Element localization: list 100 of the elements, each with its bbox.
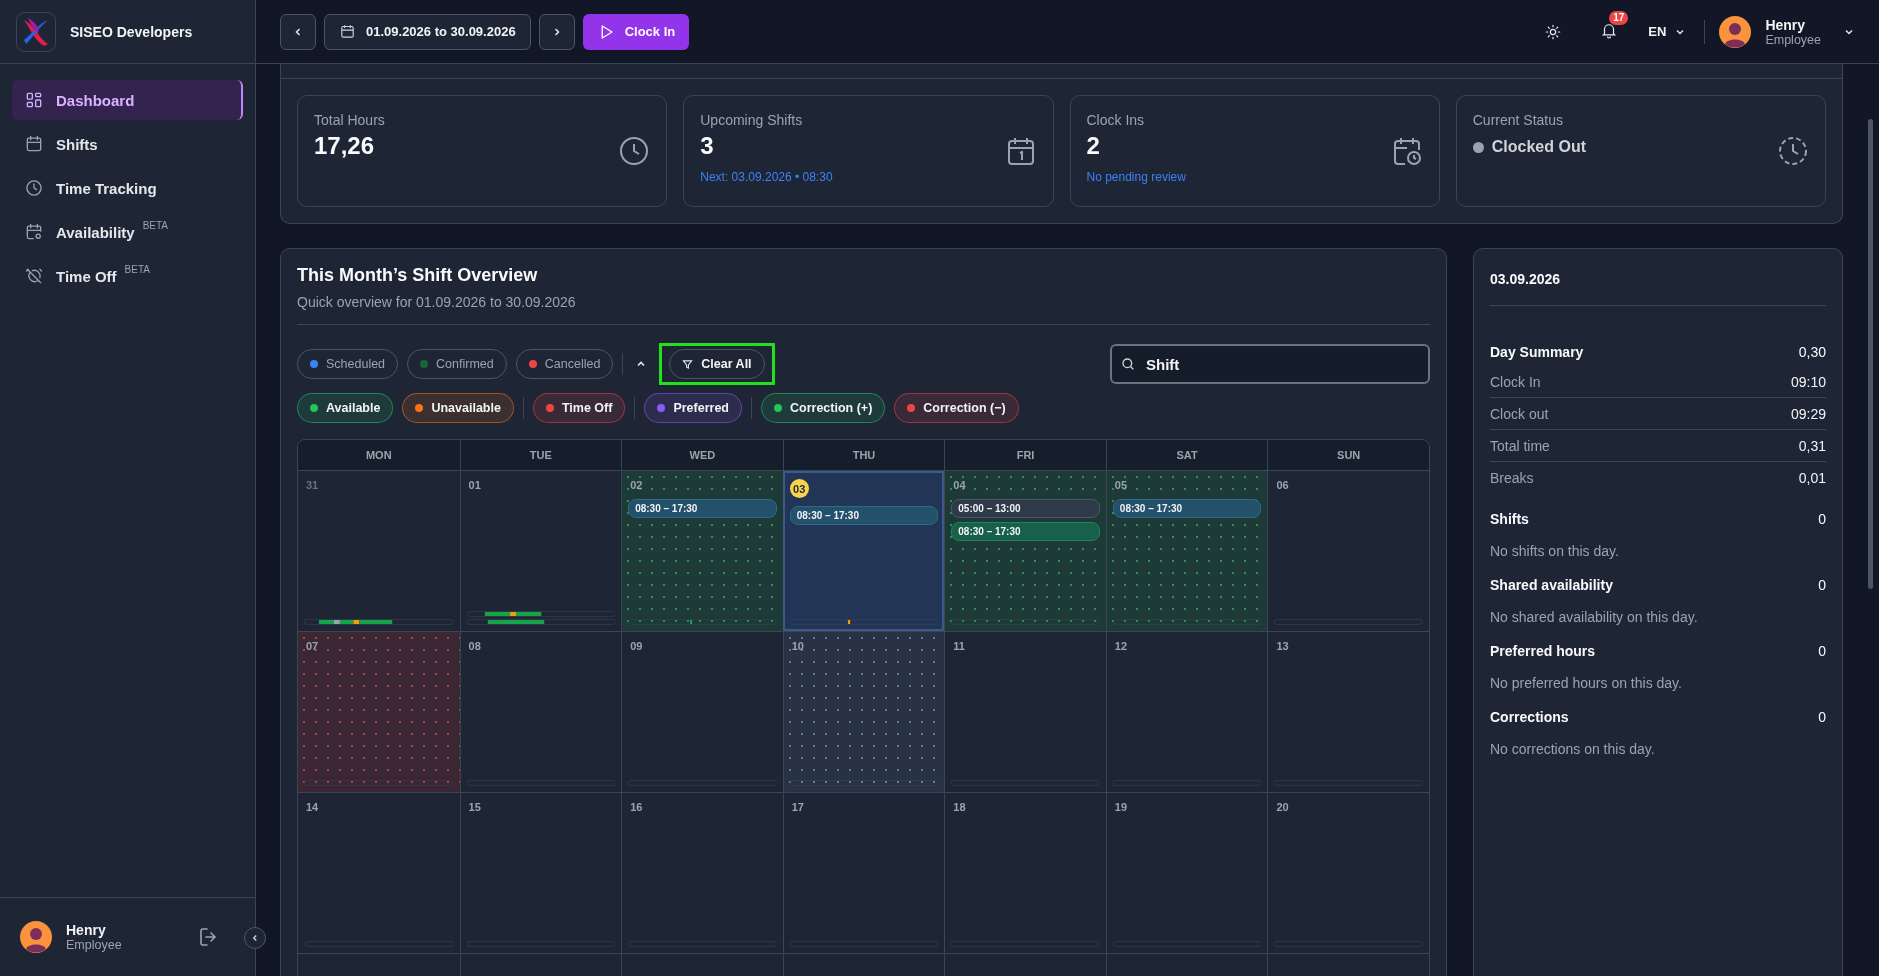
notification-count: 17 <box>1609 10 1629 25</box>
day-number: 09 <box>630 640 643 652</box>
calendar-day[interactable]: 20 <box>1267 793 1429 953</box>
section-count: 0 <box>1818 643 1826 659</box>
user-role: Employee <box>1765 32 1821 47</box>
day-number: 17 <box>791 801 804 813</box>
filter-chip[interactable]: Correction (−) <box>894 393 1019 423</box>
day-number: 13 <box>1276 640 1289 652</box>
day-number: 16 <box>630 801 643 813</box>
calendar-icon <box>339 23 356 40</box>
day-number: 18 <box>953 801 966 813</box>
stat-label: Current Status <box>1472 112 1564 128</box>
day-number: 14 <box>306 801 319 813</box>
calendar-day[interactable]: 08 <box>459 632 622 792</box>
calendar-day[interactable]: 17 <box>782 793 945 953</box>
section-count: 0 <box>1818 511 1826 527</box>
filter-icon <box>682 358 694 370</box>
calendar-day[interactable]: 18 <box>944 793 1106 953</box>
weekday-header: TUE <box>459 440 622 470</box>
summary-value: 0,30 <box>1798 344 1826 360</box>
weekday-header: WED <box>621 440 783 470</box>
day-number: 15 <box>468 801 481 813</box>
day-number: 01 <box>468 479 481 491</box>
summary-label: Total time <box>1490 438 1550 454</box>
calendar-day[interactable]: 03 08:30 – 17:30 <box>782 471 945 631</box>
alarm-off-icon <box>24 266 44 286</box>
weekday-header: MON <box>364 448 393 463</box>
day-number: 02 <box>630 479 643 491</box>
section-title: Day Summary <box>1490 344 1584 360</box>
day-number: 20 <box>1276 801 1289 813</box>
calendar-day[interactable]: 10 <box>782 632 945 792</box>
filter-chip[interactable]: Time Off <box>532 393 626 423</box>
filter-chip[interactable]: Unavailable <box>402 393 514 423</box>
calendar-gear-icon <box>24 222 44 242</box>
section-title: Preferred hours <box>1490 643 1596 659</box>
date-range-button[interactable]: 01.09.2026 to 30.09.2026 <box>324 13 531 50</box>
empty-message: No preferred hours on this day. <box>1490 675 1683 691</box>
calendar-day[interactable]: 11 <box>944 632 1106 792</box>
sidebar-item[interactable]: Availability $^{BETA}$ <box>12 212 243 252</box>
user-name: Henry <box>1765 16 1807 33</box>
calendar-day[interactable]: 14 <box>298 793 460 953</box>
summary-value: 0,31 <box>1798 438 1826 454</box>
search-field[interactable]: Shift <box>1110 344 1430 384</box>
filter-chip[interactable]: Available <box>297 393 394 423</box>
calendar-day[interactable]: 06 <box>1267 471 1429 631</box>
weekday-header: FRI <box>944 440 1106 470</box>
day-number: 08 <box>468 640 481 652</box>
filter-chip[interactable]: Preferred <box>644 393 742 423</box>
calendar-day[interactable]: 07 <box>298 632 460 792</box>
summary-label: Breaks <box>1490 470 1534 486</box>
calendar-day[interactable]: 04 05:00 – 13:00 08:30 – 17:30 <box>944 471 1106 631</box>
user-role: Employee <box>66 938 122 952</box>
day-number: 19 <box>1114 801 1128 813</box>
overview-title: This Month’s Shift Overview <box>297 265 539 286</box>
section-title: Shared availability <box>1490 577 1613 593</box>
day-number: 07 <box>306 640 319 652</box>
scrollbar-thumb[interactable] <box>1868 119 1873 589</box>
app-name: SISEO Developers <box>70 23 193 40</box>
stat-value: 17,26 <box>314 132 376 160</box>
language-button[interactable]: EN <box>1644 24 1691 39</box>
calendar-day[interactable]: 19 <box>1105 793 1268 953</box>
summary-label: Clock out <box>1490 406 1549 422</box>
collapse-button[interactable] <box>244 927 266 949</box>
shift-pill[interactable]: 05:00 – 13:00 <box>951 499 1100 518</box>
day-number: 04 <box>953 479 966 491</box>
search-icon <box>1120 356 1136 372</box>
overview-subtitle: Quick overview for 01.09.2026 to 30.09.2026 <box>297 294 577 310</box>
empty-message: No shared availability on this day. <box>1490 609 1699 625</box>
calendar-day[interactable]: 15 <box>459 793 622 953</box>
calendar-day[interactable]: 12 <box>1105 632 1268 792</box>
calendar-day[interactable]: 05 08:30 – 17:30 <box>1105 471 1268 631</box>
calendar-day[interactable]: 02 08:30 – 17:30 <box>621 471 783 631</box>
calendar-icon <box>24 134 44 154</box>
shift-pill[interactable]: 08:30 – 17:30 <box>1112 499 1262 518</box>
logo-icon <box>16 11 56 52</box>
day-panel-date: 03.09.2026 <box>1490 270 1562 289</box>
sidebar-item[interactable]: Time Off $^{BETA}$ <box>12 256 243 296</box>
shift-pill[interactable]: 08:30 – 17:30 <box>789 506 939 525</box>
day-number: 11 <box>953 640 965 652</box>
sidebar-item[interactable]: Dashboard <box>12 80 243 120</box>
sidebar-item[interactable]: Time Tracking <box>12 168 243 208</box>
clock-icon <box>24 178 44 198</box>
shift-pill[interactable]: 08:30 – 17:30 <box>628 499 777 518</box>
calendar-day[interactable]: 13 <box>1267 632 1429 792</box>
status-value: Clocked Out <box>1491 138 1586 156</box>
summary-value: 09:29 <box>1790 406 1826 422</box>
avatar-icon <box>20 921 52 953</box>
avatar-icon[interactable] <box>1719 15 1752 48</box>
calendar-day[interactable]: 09 <box>621 632 783 792</box>
shift-pill[interactable]: 08:30 – 17:30 <box>951 522 1100 541</box>
stat-value: 2 <box>1086 132 1101 160</box>
sidebar-item[interactable]: Shifts <box>12 124 243 164</box>
calendar-day[interactable]: 16 <box>621 793 783 953</box>
dashboard-icon <box>24 90 44 110</box>
weekday-header: SAT <box>1105 440 1268 470</box>
day-number: 12 <box>1114 640 1128 652</box>
filter-chip[interactable]: Correction (+) <box>761 393 886 423</box>
stat-value: 3 <box>700 132 715 160</box>
day-number: 06 <box>1276 479 1289 491</box>
clock-in-button[interactable]: Clock In <box>582 13 690 50</box>
